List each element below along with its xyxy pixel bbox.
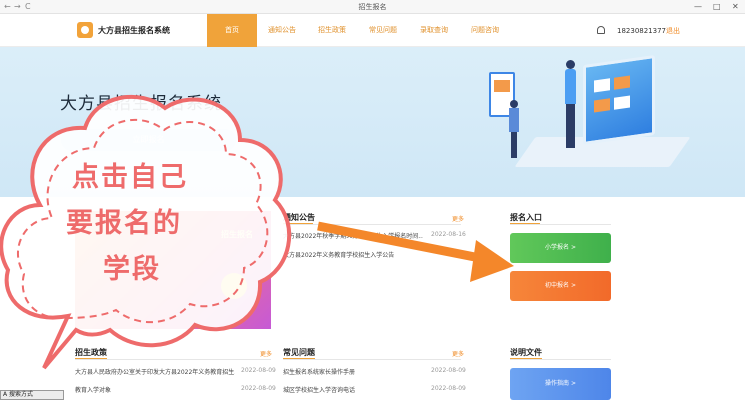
maximize-icon[interactable]: □ bbox=[713, 2, 721, 11]
annotation-text-line: 点击自己 bbox=[72, 162, 188, 193]
policy-more-link[interactable]: 更多 bbox=[260, 349, 272, 358]
annotation-text-line: 学段 bbox=[103, 254, 161, 285]
site-header: 大方县招生报名系统 首页 通知公告 招生政策 常见问题 录取查询 问题咨询 18… bbox=[0, 14, 745, 47]
decorative-circle bbox=[221, 273, 247, 299]
screen-tile bbox=[614, 75, 630, 90]
close-icon[interactable]: ✕ bbox=[732, 2, 739, 11]
faq-more-link[interactable]: 更多 bbox=[452, 349, 464, 358]
window-title-text: 招生报名 bbox=[358, 3, 387, 11]
person-legs bbox=[566, 104, 575, 148]
divider bbox=[510, 224, 611, 225]
notice-more-link[interactable]: 更多 bbox=[452, 214, 464, 223]
nav-home[interactable]: 首页 bbox=[207, 14, 257, 47]
primary-school-signup-button[interactable]: 小学报名 > bbox=[510, 233, 611, 263]
policy-row-date: 2022-08-09 bbox=[241, 367, 276, 374]
faq-row[interactable]: 城区学校招生入学咨询电话 bbox=[283, 385, 423, 394]
nav-admission-query[interactable]: 录取查询 bbox=[414, 14, 454, 47]
policy-row[interactable]: 大方县人民政府办公室关于印发大方县2022年义务教育招生... bbox=[75, 367, 235, 376]
faq-row[interactable]: 招生报名系统家长操作手册 bbox=[283, 367, 423, 376]
person-illustration bbox=[509, 100, 519, 158]
card-photo bbox=[494, 80, 510, 92]
site-logo-icon bbox=[77, 22, 93, 38]
bell-icon[interactable] bbox=[597, 26, 605, 34]
middle-school-signup-button[interactable]: 初中报名 > bbox=[510, 271, 611, 301]
policy-row[interactable]: 教育入学对象 bbox=[75, 385, 225, 394]
screen-tile bbox=[594, 78, 610, 93]
docs-section-title: 说明文件 bbox=[510, 348, 542, 357]
taskbar-fragment[interactable]: A 搜索方式 bbox=[0, 390, 64, 400]
person-head bbox=[566, 60, 575, 69]
minimize-icon[interactable]: — bbox=[694, 2, 702, 11]
laptop-screen-illustration bbox=[583, 54, 655, 146]
nav-faq[interactable]: 常见问题 bbox=[363, 14, 403, 47]
faq-row-date: 2022-08-09 bbox=[431, 385, 466, 392]
nav-consult[interactable]: 问题咨询 bbox=[465, 14, 505, 47]
nav-notice[interactable]: 通知公告 bbox=[262, 14, 302, 47]
notice-row[interactable]: 大方县2022年秋季学期义务教育招生入学报名时间... bbox=[283, 231, 423, 240]
person-body bbox=[509, 108, 519, 132]
person-head bbox=[510, 100, 518, 108]
window-title: 招生报名 bbox=[0, 2, 745, 12]
person-legs bbox=[511, 132, 517, 158]
screen-tile bbox=[614, 95, 630, 110]
policy-section-title: 招生政策 bbox=[75, 348, 107, 357]
banner-title: 大方县招生报名系统 bbox=[60, 94, 222, 114]
divider bbox=[283, 224, 461, 225]
divider bbox=[75, 359, 271, 360]
operation-guide-button[interactable]: 操作指南 > bbox=[510, 368, 611, 400]
banner-signup-button[interactable]: 立即报名 bbox=[61, 129, 236, 151]
annotation-text-line: 要报名的 bbox=[66, 208, 182, 239]
news-image-text: 招生报名 bbox=[221, 230, 253, 239]
notice-section-title: 通知公告 bbox=[283, 213, 315, 222]
site-title: 大方县招生报名系统 bbox=[98, 26, 170, 35]
nav-policy[interactable]: 招生政策 bbox=[312, 14, 352, 47]
annotation-arrow-head bbox=[470, 240, 514, 282]
faq-row-date: 2022-08-09 bbox=[431, 367, 466, 374]
person-illustration bbox=[563, 60, 577, 150]
notice-row-date: 2022-08-16 bbox=[431, 231, 466, 238]
notice-row[interactable]: 大方县2022年义务教育学校招生入学公告 bbox=[283, 250, 423, 259]
policy-row-date: 2022-08-09 bbox=[241, 385, 276, 392]
user-account: 18230821377退出 bbox=[617, 26, 680, 36]
divider bbox=[283, 359, 461, 360]
faq-section-title: 常见问题 bbox=[283, 348, 315, 357]
logout-link[interactable]: 退出 bbox=[666, 27, 680, 35]
divider bbox=[510, 359, 611, 360]
screen-tile bbox=[594, 98, 610, 113]
person-body bbox=[565, 69, 576, 104]
entry-section-title: 报名入口 bbox=[510, 213, 542, 222]
browser-title-bar: ← → C 招生报名 — □ ✕ bbox=[0, 0, 745, 14]
user-phone: 18230821377 bbox=[617, 27, 666, 35]
